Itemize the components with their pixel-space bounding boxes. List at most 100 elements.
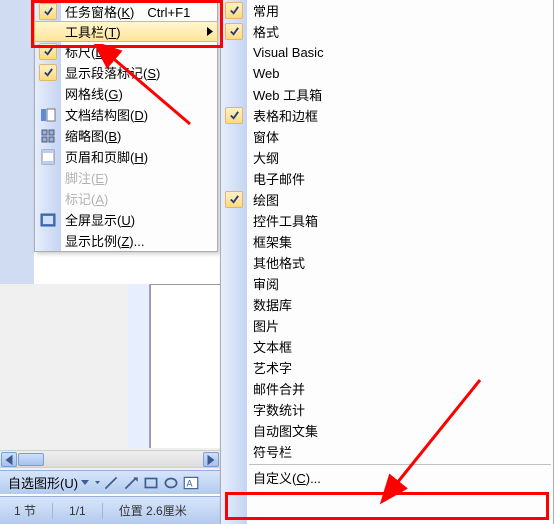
menu-item-task-pane[interactable]: 任务窗格(K) Ctrl+F1 bbox=[35, 1, 217, 22]
ruler-label: 标尺(L) bbox=[65, 42, 203, 61]
submenu-item-label: 艺术字 bbox=[253, 358, 292, 377]
submenu-item-label: 文本框 bbox=[253, 337, 292, 356]
menu-item-markup: 标记(A) bbox=[35, 188, 217, 209]
submenu-item-label: 格式 bbox=[253, 22, 279, 41]
menu-item-header-footer[interactable]: 页眉和页脚(H) bbox=[35, 146, 217, 167]
menu-item-fullscreen[interactable]: 全屏显示(U) bbox=[35, 209, 217, 230]
submenu-item-label: Web 工具箱 bbox=[253, 85, 322, 104]
customize-label: 自定义(C)... bbox=[253, 468, 321, 487]
menu-item-footnotes: 脚注(E) bbox=[35, 167, 217, 188]
oval-tool-icon[interactable] bbox=[162, 474, 180, 492]
document-map-label: 文档结构图(D) bbox=[65, 105, 203, 124]
check-icon bbox=[39, 43, 57, 60]
submenu-item[interactable]: 常用 bbox=[221, 0, 553, 21]
menu-item-paragraph-marks[interactable]: 显示段落标记(S) bbox=[35, 62, 217, 83]
submenu-item[interactable]: 控件工具箱 bbox=[221, 210, 553, 231]
toolbars-submenu: 常用格式 Visual Basic WebWeb 工具箱表格和边框窗体大纲电子邮件绘… bbox=[220, 0, 554, 524]
menu-item-toolbars[interactable]: 工具栏(T) bbox=[34, 21, 218, 42]
rectangle-tool-icon[interactable] bbox=[142, 474, 160, 492]
toolbars-label: 工具栏(T) bbox=[65, 22, 203, 41]
submenu-item-label: 图片 bbox=[253, 316, 279, 335]
scroll-thumb[interactable] bbox=[18, 453, 44, 466]
thumbnails-icon bbox=[40, 128, 56, 144]
status-sep bbox=[102, 503, 103, 519]
submenu-item-label: 控件工具箱 bbox=[253, 211, 318, 230]
footnotes-label: 脚注(E) bbox=[65, 168, 203, 187]
submenu-item-label: 绘图 bbox=[253, 190, 279, 209]
arrow-tool-icon[interactable] bbox=[122, 474, 140, 492]
vertical-ruler bbox=[128, 284, 150, 448]
task-pane-label: 任务窗格(K) Ctrl+F1 bbox=[65, 2, 203, 21]
submenu-item[interactable]: 电子邮件 bbox=[221, 168, 553, 189]
gridlines-label: 网格线(G) bbox=[65, 84, 203, 103]
status-position: 位置 2.6厘米 bbox=[109, 500, 197, 521]
submenu-item[interactable]: 表格和边框 bbox=[221, 105, 553, 126]
menu-item-thumbnails[interactable]: 缩略图(B) bbox=[35, 125, 217, 146]
document-map-icon bbox=[40, 107, 56, 123]
submenu-item-customize[interactable]: 自定义(C)... bbox=[221, 467, 553, 488]
submenu-item[interactable]: Visual Basic bbox=[221, 42, 553, 63]
submenu-item[interactable]: 符号栏 bbox=[221, 441, 553, 462]
submenu-item[interactable]: 审阅 bbox=[221, 273, 553, 294]
header-footer-label: 页眉和页脚(H) bbox=[65, 147, 203, 166]
check-icon bbox=[225, 2, 243, 19]
submenu-item[interactable]: 格式 bbox=[221, 21, 553, 42]
autoshapes-button[interactable]: 自选图形(U) bbox=[4, 473, 93, 492]
check-icon bbox=[39, 64, 57, 81]
submenu-item[interactable]: Web bbox=[221, 63, 553, 84]
thumbnails-label: 缩略图(B) bbox=[65, 126, 203, 145]
check-icon bbox=[39, 3, 57, 20]
autoshapes-label: 自选图形(U) bbox=[8, 473, 78, 492]
submenu-item[interactable]: 字数统计 bbox=[221, 399, 553, 420]
submenu-item[interactable]: 其他格式 bbox=[221, 252, 553, 273]
submenu-item-label: 自动图文集 bbox=[253, 421, 318, 440]
submenu-item-label: 邮件合并 bbox=[253, 379, 305, 398]
submenu-item[interactable]: 艺术字 bbox=[221, 357, 553, 378]
zoom-label: 显示比例(Z)... bbox=[65, 231, 203, 250]
submenu-item[interactable]: Web 工具箱 bbox=[221, 84, 553, 105]
submenu-item-label: 电子邮件 bbox=[253, 169, 305, 188]
submenu-item[interactable]: 图片 bbox=[221, 315, 553, 336]
submenu-item[interactable]: 绘图 bbox=[221, 189, 553, 210]
drawing-toolbar: 自选图形(U) A bbox=[0, 470, 220, 494]
scroll-right-button[interactable] bbox=[203, 452, 219, 467]
status-bar: 1 节 1/1 位置 2.6厘米 bbox=[0, 496, 220, 524]
check-icon bbox=[225, 23, 243, 40]
submenu-arrow-icon bbox=[207, 24, 213, 39]
submenu-item[interactable]: 大纲 bbox=[221, 147, 553, 168]
scroll-left-button[interactable] bbox=[1, 452, 17, 467]
submenu-item[interactable]: 自动图文集 bbox=[221, 420, 553, 441]
header-footer-icon bbox=[40, 149, 56, 165]
submenu-item-label: 数据库 bbox=[253, 295, 292, 314]
menu-item-document-map[interactable]: 文档结构图(D) bbox=[35, 104, 217, 125]
submenu-item-label: 常用 bbox=[253, 1, 279, 20]
menu-item-gridlines[interactable]: 网格线(G) bbox=[35, 83, 217, 104]
status-page: 1/1 bbox=[59, 502, 96, 520]
status-section: 1 节 bbox=[4, 500, 46, 521]
menu-item-zoom[interactable]: 显示比例(Z)... bbox=[35, 230, 217, 251]
document-page[interactable] bbox=[150, 284, 220, 448]
submenu-item[interactable]: 数据库 bbox=[221, 294, 553, 315]
svg-text:A: A bbox=[187, 478, 193, 488]
paragraph-marks-label: 显示段落标记(S) bbox=[65, 63, 203, 82]
submenu-item-label: 窗体 bbox=[253, 127, 279, 146]
menu-item-ruler[interactable]: 标尺(L) bbox=[35, 41, 217, 62]
horizontal-scrollbar[interactable] bbox=[0, 450, 220, 468]
view-menu: 任务窗格(K) Ctrl+F1 工具栏(T) 标尺(L) 显示段落标记(S) 网… bbox=[34, 0, 218, 252]
textbox-tool-icon[interactable]: A bbox=[182, 474, 200, 492]
submenu-item-label: 框架集 bbox=[253, 232, 292, 251]
left-margin bbox=[0, 0, 34, 284]
submenu-item[interactable]: 框架集 bbox=[221, 231, 553, 252]
submenu-item-label: 字数统计 bbox=[253, 400, 305, 419]
check-icon bbox=[225, 107, 243, 124]
submenu-item-label: 大纲 bbox=[253, 148, 279, 167]
submenu-item-label: 符号栏 bbox=[253, 442, 292, 461]
markup-label: 标记(A) bbox=[65, 189, 203, 208]
line-tool-icon[interactable] bbox=[102, 474, 120, 492]
submenu-item[interactable]: 邮件合并 bbox=[221, 378, 553, 399]
submenu-item-label: Visual Basic bbox=[253, 45, 324, 60]
submenu-item[interactable]: 窗体 bbox=[221, 126, 553, 147]
submenu-item-label: 表格和边框 bbox=[253, 106, 318, 125]
fullscreen-label: 全屏显示(U) bbox=[65, 210, 203, 229]
submenu-item[interactable]: 文本框 bbox=[221, 336, 553, 357]
